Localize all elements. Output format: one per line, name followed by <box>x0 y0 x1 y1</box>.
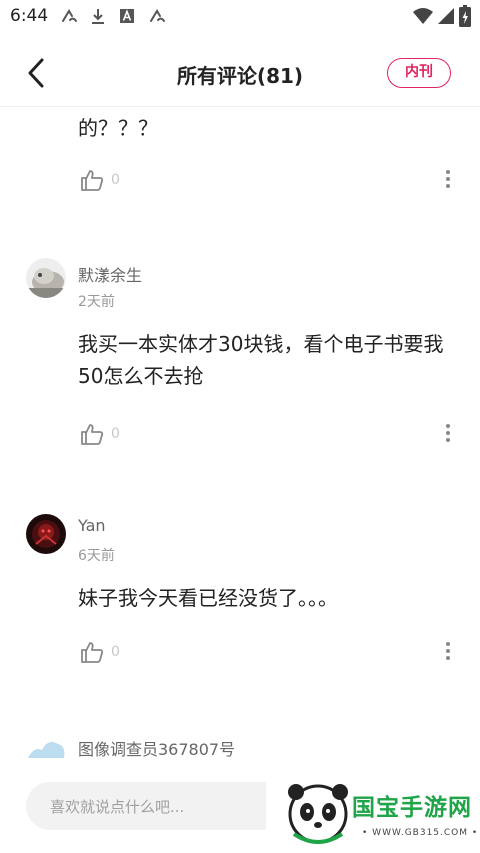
comment-time: 2天前 <box>78 294 115 310</box>
like-count: 0 <box>111 172 120 188</box>
signal-icon <box>438 8 454 24</box>
wifi-icon <box>413 8 433 24</box>
like-count: 0 <box>111 644 120 660</box>
more-options-icon[interactable] <box>438 167 458 193</box>
journal-button[interactable]: 内刊 <box>387 58 451 88</box>
like-count: 0 <box>111 426 120 442</box>
watermark-site-name: 国宝手游网 <box>352 795 472 821</box>
comment-username[interactable]: 图像调查员367807号 <box>78 736 235 760</box>
avatar[interactable] <box>26 728 66 768</box>
more-options-icon[interactable] <box>438 639 458 665</box>
watermark: 国宝手游网 • WWW.GB315.COM • <box>266 770 480 853</box>
download-icon <box>92 9 104 24</box>
comment-input-placeholder: 喜欢就说点什么吧... <box>50 798 185 816</box>
comment-time: 6天前 <box>78 548 115 564</box>
avatar[interactable] <box>26 514 66 554</box>
a-box-icon <box>120 9 134 23</box>
status-time: 6:44 <box>10 6 49 26</box>
comment-content: 的？？？ <box>78 116 158 140</box>
app-notification-icon <box>62 9 77 22</box>
comment-username[interactable]: Yan <box>78 516 106 535</box>
comment-username[interactable]: 默漾余生 <box>78 262 142 286</box>
comment-content: 我买一本实体才30块钱，看个电子书要我50怎么不去抢 <box>78 332 444 388</box>
more-options-icon[interactable] <box>438 421 458 447</box>
app-notification-icon <box>150 9 165 22</box>
comment-content: 妹子我今天看已经没货了。。。 <box>78 586 338 610</box>
panda-logo-icon <box>288 784 348 844</box>
thumbs-up-icon[interactable] <box>80 168 104 192</box>
status-bar: 6:44 <box>0 0 480 32</box>
header: 所有评论(81) 内刊 <box>0 40 480 107</box>
battery-icon <box>459 5 471 27</box>
thumbs-up-icon[interactable] <box>80 640 104 664</box>
thumbs-up-icon[interactable] <box>80 422 104 446</box>
avatar[interactable] <box>26 258 66 298</box>
watermark-url: • WWW.GB315.COM • <box>362 828 479 838</box>
